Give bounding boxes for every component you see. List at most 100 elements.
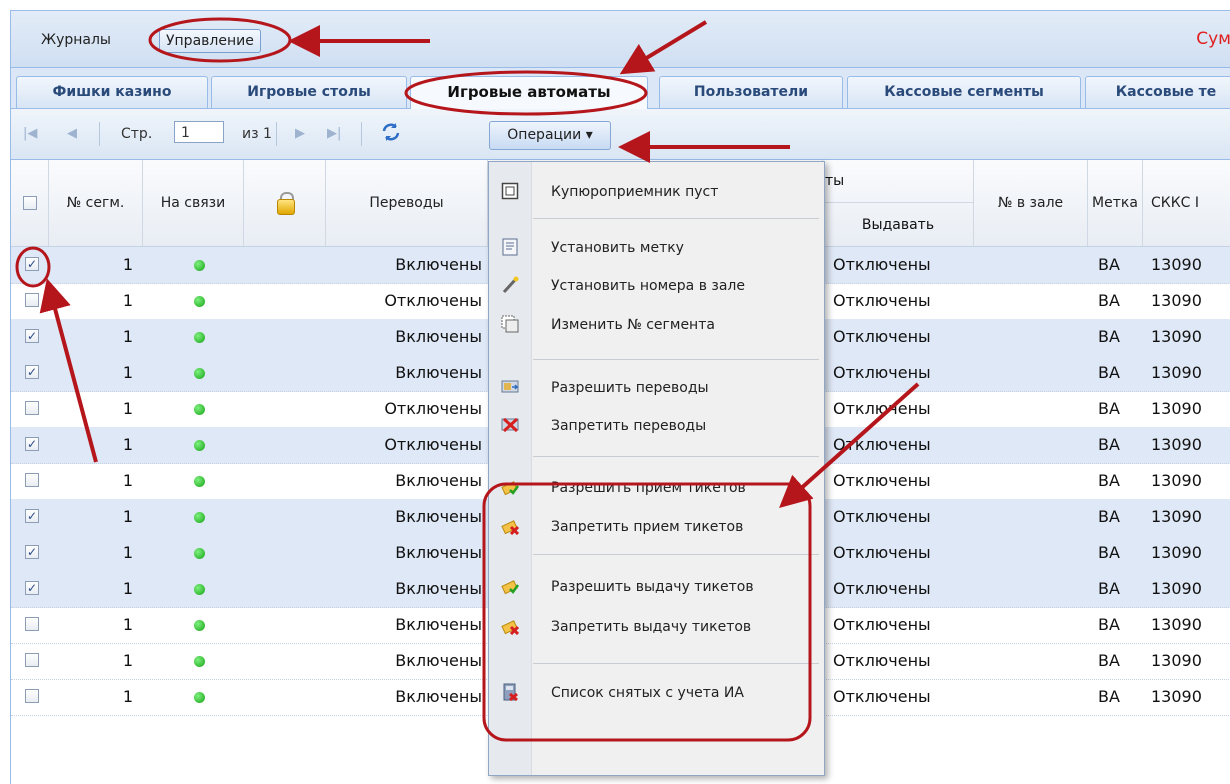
row-checkbox[interactable]: ✓ — [25, 545, 39, 559]
cell-skkc: 13090 — [1151, 687, 1202, 706]
cell-online — [143, 499, 244, 535]
menu-item[interactable]: Запретить выдачу тикетов — [489, 607, 824, 647]
row-checkbox[interactable] — [25, 653, 39, 667]
menu-item[interactable]: Разрешить переводы — [489, 368, 824, 408]
cell-skkc: 13090 — [1151, 291, 1202, 310]
select-all-checkbox[interactable] — [22, 196, 37, 210]
cell-skkc: 13090 — [1151, 435, 1202, 454]
tab-slot-machines[interactable]: Игровые автоматы — [410, 76, 648, 109]
cell-skkc: 13090 — [1151, 543, 1202, 562]
row-checkbox[interactable]: ✓ — [25, 257, 39, 271]
toolbar-separator — [99, 122, 100, 146]
cell-segment: 1 — [122, 435, 133, 454]
cell-mark: ВА — [1098, 507, 1120, 526]
menu-journals[interactable]: Журналы — [35, 29, 117, 51]
cell-tickets-issue: Отключены — [833, 471, 931, 490]
menu-item[interactable]: Разрешить прием тикетов — [489, 468, 824, 508]
cell-hall-number — [974, 463, 1088, 499]
cell-skkc: 13090 — [1151, 363, 1202, 382]
cell-transfers: Включены — [395, 363, 482, 382]
cell-transfers: Включены — [395, 651, 482, 670]
header-mark[interactable]: Метка — [1088, 160, 1143, 246]
header-tickets-issue[interactable]: Выдавать — [823, 203, 974, 246]
menu-management[interactable]: Управление — [159, 29, 261, 53]
tab-bar: Фишки казино Игровые столы Игровые автом… — [11, 68, 1230, 109]
menu-item[interactable]: Запретить прием тикетов — [489, 507, 824, 547]
cell-lock — [244, 463, 326, 499]
cell-online — [143, 643, 244, 679]
menu-item[interactable]: Купюроприемник пуст — [489, 172, 824, 212]
cell-tickets-issue: Отключены — [833, 291, 931, 310]
first-page-icon[interactable]: |◀ — [23, 124, 37, 144]
operations-button[interactable]: Операции ▾ — [489, 121, 611, 150]
cell-transfers: Включены — [395, 255, 482, 274]
ticket-allow-icon — [501, 577, 520, 595]
cell-online — [143, 319, 244, 355]
ticket-deny-icon — [501, 617, 520, 636]
refresh-icon[interactable] — [379, 120, 403, 141]
cell-transfers: Включены — [395, 687, 482, 706]
menu-item[interactable]: Установить метку — [489, 228, 824, 268]
online-status-icon — [194, 260, 205, 271]
cell-online — [143, 463, 244, 499]
operations-menu: Купюроприемник пуст Установить метку Устан… — [488, 161, 825, 776]
page-input[interactable]: 1 — [174, 121, 224, 143]
row-select-cell: ✓ — [11, 355, 49, 391]
row-checkbox[interactable] — [25, 473, 39, 487]
row-checkbox[interactable] — [25, 293, 39, 307]
row-select-cell — [11, 643, 49, 679]
menu-item-label: Купюроприемник пуст — [551, 184, 719, 200]
tab-casino-chips[interactable]: Фишки казино — [16, 76, 208, 108]
menu-item[interactable]: Установить номера в зале — [489, 266, 824, 306]
row-checkbox[interactable]: ✓ — [25, 365, 39, 379]
lock-icon — [276, 192, 295, 215]
menu-separator — [533, 663, 819, 664]
row-checkbox[interactable]: ✓ — [25, 437, 39, 451]
online-status-icon — [194, 512, 205, 523]
cell-tickets-issue: Отключены — [833, 651, 931, 670]
cell-skkc: 13090 — [1151, 399, 1202, 418]
user-link[interactable]: Сум — [1196, 29, 1230, 49]
prev-page-icon[interactable]: ◀ — [67, 124, 77, 144]
menu-item[interactable]: Изменить № сегмента — [489, 305, 824, 345]
next-page-icon[interactable]: ▶ — [295, 124, 305, 144]
tab-cash-segments[interactable]: Кассовые сегменты — [847, 76, 1081, 108]
header-lock[interactable] — [244, 160, 326, 246]
menu-item[interactable]: Запретить переводы — [489, 406, 824, 446]
online-status-icon — [194, 404, 205, 415]
header-skkc[interactable]: СККС I — [1143, 160, 1230, 246]
cell-tickets-issue: Отключены — [833, 255, 931, 274]
row-checkbox[interactable]: ✓ — [25, 581, 39, 595]
menu-item-label: Изменить № сегмента — [551, 317, 715, 333]
cell-segment: 1 — [122, 255, 133, 274]
cell-mark: ВА — [1098, 579, 1120, 598]
row-checkbox[interactable] — [25, 689, 39, 703]
row-checkbox[interactable]: ✓ — [25, 329, 39, 343]
last-page-icon[interactable]: ▶| — [327, 124, 341, 144]
cell-hall-number — [974, 319, 1088, 355]
cell-hall-number — [974, 679, 1088, 715]
cell-lock — [244, 391, 326, 427]
header-online[interactable]: На связи — [143, 160, 244, 246]
header-segment[interactable]: № сегм. — [49, 160, 143, 246]
online-status-icon — [194, 692, 205, 703]
cell-mark: ВА — [1098, 471, 1120, 490]
header-hall-number[interactable]: № в зале — [974, 160, 1088, 246]
cell-segment: 1 — [122, 471, 133, 490]
menu-item[interactable]: Список снятых с учета ИА — [489, 673, 824, 713]
menu-item[interactable]: Разрешить выдачу тикетов — [489, 567, 824, 607]
cell-transfers: Отключены — [384, 291, 482, 310]
row-checkbox[interactable] — [25, 617, 39, 631]
cell-tickets-issue: Отключены — [833, 399, 931, 418]
cell-mark: ВА — [1098, 543, 1120, 562]
row-checkbox[interactable]: ✓ — [25, 509, 39, 523]
set-mark-icon — [501, 238, 519, 256]
tab-users[interactable]: Пользователи — [659, 76, 843, 108]
menu-item-label: Разрешить выдачу тикетов — [551, 579, 754, 595]
cell-lock — [244, 319, 326, 355]
row-checkbox[interactable] — [25, 401, 39, 415]
tab-game-tables[interactable]: Игровые столы — [211, 76, 407, 108]
header-transfers[interactable]: Переводы — [326, 160, 488, 246]
tab-cash-terminals[interactable]: Кассовые те — [1085, 76, 1230, 108]
cell-segment: 1 — [122, 327, 133, 346]
